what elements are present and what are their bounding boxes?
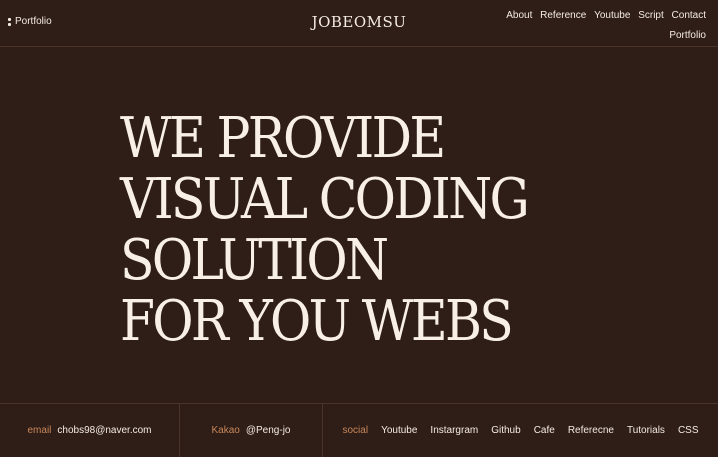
hero-title: WE PROVIDE VISUAL CODING SOLUTION FOR YO… — [120, 106, 530, 354]
email-link[interactable]: chobs98@naver.com — [57, 425, 151, 436]
site-footer: email chobs98@naver.com Kakao @Peng-jo s… — [0, 403, 718, 457]
hero-line-2: VISUAL CODING — [120, 167, 530, 232]
hero-line-1: WE PROVIDE — [120, 106, 446, 171]
kakao-label: Kakao — [211, 425, 240, 436]
nav-script[interactable]: Script — [638, 10, 664, 21]
main-nav: About Reference Youtube Script Contact P… — [496, 6, 706, 46]
social-github[interactable]: Github — [491, 425, 520, 436]
nav-youtube[interactable]: Youtube — [594, 10, 630, 21]
footer-kakao: Kakao @Peng-jo — [180, 404, 323, 457]
social-youtube[interactable]: Youtube — [381, 425, 417, 436]
nav-reference[interactable]: Reference — [540, 10, 586, 21]
social-tutorials[interactable]: Tutorials — [627, 425, 665, 436]
kakao-link[interactable]: @Peng-jo — [246, 425, 291, 436]
nav-portfolio[interactable]: Portfolio — [669, 30, 706, 41]
nav-about[interactable]: About — [506, 10, 532, 21]
footer-social: social Youtube Instargram Github Cafe Re… — [323, 404, 718, 457]
hero-line-4: FOR YOU WEBS — [120, 289, 514, 354]
site-header: Portfolio JOBEOMSU About Reference Youtu… — [0, 0, 718, 47]
social-css[interactable]: CSS — [678, 425, 699, 436]
social-referecne[interactable]: Referecne — [568, 425, 614, 436]
email-label: email — [27, 425, 52, 436]
hero-line-3: SOLUTION — [120, 228, 389, 293]
social-cafe[interactable]: Cafe — [534, 425, 555, 436]
social-instargram[interactable]: Instargram — [430, 425, 478, 436]
nav-contact[interactable]: Contact — [672, 10, 706, 21]
social-label: social — [342, 425, 369, 436]
footer-email: email chobs98@naver.com — [0, 404, 180, 457]
